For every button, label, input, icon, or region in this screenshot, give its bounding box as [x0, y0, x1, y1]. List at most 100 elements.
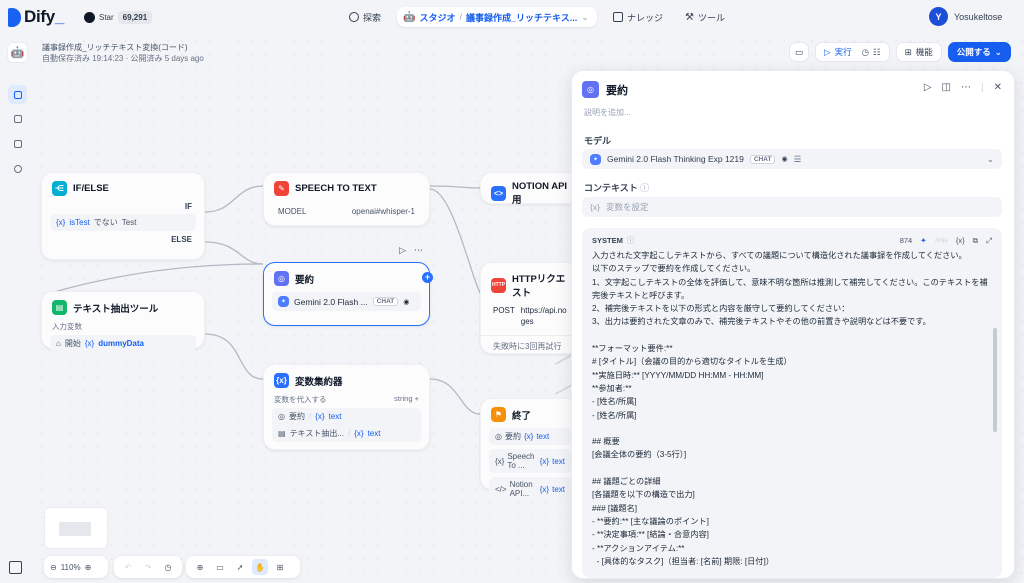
chevron-down-icon: ⌄ — [986, 153, 994, 164]
node-title: 終了 — [512, 410, 532, 422]
add-note-icon[interactable]: ▭ — [212, 559, 228, 575]
logs-icon[interactable] — [8, 134, 27, 153]
panel-actions: ▷ ◫ ⋯ | ✕ — [923, 82, 1002, 93]
run-label: 実行 — [834, 47, 852, 57]
jinja-toggle[interactable]: Jinja — [935, 237, 948, 244]
zoom-control[interactable]: ⊖ 110% ⊕ — [44, 556, 108, 578]
settings-sliders-icon[interactable]: ☰ — [794, 154, 802, 165]
expand-icon[interactable]: ⤢ — [986, 236, 992, 246]
nav-knowledge[interactable]: ナレッジ — [607, 7, 669, 27]
run-button[interactable]: ▷ 実行 ◷ ☷ — [815, 42, 890, 62]
more-icon[interactable]: ⋯ — [961, 82, 971, 93]
node-ifelse[interactable]: ⋲ IF/ELSE IF {x} isTest でない Test ELSE — [41, 172, 205, 260]
node-http-request[interactable]: HTTP HTTPリクエスト POST https://api.no ges 失敗時… — [480, 262, 580, 354]
more-icon[interactable]: ⋯ — [414, 245, 423, 256]
nav-tools-label: ツール — [697, 12, 725, 23]
nav-explore[interactable]: 探索 — [343, 7, 387, 27]
zoom-in-icon[interactable]: ⊕ — [85, 563, 92, 572]
ai-generate-icon[interactable]: ✦ — [920, 236, 926, 245]
info-icon: ⓘ — [626, 236, 635, 245]
description-input[interactable]: 説明を追加... — [584, 107, 631, 118]
add-icon[interactable]: + — [415, 394, 419, 403]
features-button[interactable]: ⊞ 機能 — [895, 42, 942, 62]
if-label: IF — [184, 202, 192, 211]
hand-icon[interactable]: ✋ — [252, 559, 268, 575]
code-icon: <> — [491, 186, 506, 201]
zoom-out-icon[interactable]: ⊖ — [50, 563, 57, 572]
token-count: 874 — [899, 236, 913, 245]
nav-knowledge-label: ナレッジ — [627, 12, 664, 23]
var-source: 開始 — [64, 339, 81, 348]
history-icon[interactable]: ◷ — [160, 559, 176, 575]
http-row: POST https://api.no ges — [481, 305, 579, 327]
user-name: Yosukeltose — [954, 11, 1003, 22]
copy-icon[interactable]: ⧉ — [973, 236, 978, 246]
retry-text: 失敗時に3回再試行 — [481, 335, 579, 357]
top-bar: Dify_ Star 69,291 探索 🤖 スタジオ / 議事録作成_リッチテ… — [0, 0, 1024, 34]
run-node-icon[interactable]: ▷ — [924, 82, 932, 93]
panel-title[interactable]: 要約 — [606, 82, 628, 98]
agg-row-2: ▤ テキスト抽出... / {x} text — [272, 425, 421, 442]
dify-logo[interactable]: Dify_ — [8, 7, 64, 27]
nav-studio[interactable]: 🤖 スタジオ / 議事録作成_リッチテキス... ⌄ — [397, 7, 597, 27]
github-star-badge[interactable]: Star 69,291 — [84, 9, 153, 25]
end-icon: ⚑ — [491, 407, 506, 422]
close-icon[interactable]: ✕ — [994, 82, 1002, 93]
help-doc-icon[interactable]: ◫ — [942, 82, 951, 93]
redo-icon[interactable]: ↷ — [140, 559, 156, 575]
add-node-icon[interactable]: ⊕ — [192, 559, 208, 575]
var-icon: {x} — [84, 339, 95, 348]
minimap[interactable] — [44, 507, 108, 549]
zoom-level: 110% — [60, 562, 81, 572]
cond-val: Test — [121, 218, 137, 227]
monitor-icon[interactable] — [8, 159, 27, 178]
env-icon[interactable]: ▭ — [789, 42, 810, 62]
row-source: 要約 — [504, 432, 521, 441]
node-summary[interactable]: ◎ 要約 ✦ Gemini 2.0 Flash ... CHAT ◉ + — [263, 262, 433, 326]
model-section-label: モデル — [584, 136, 612, 146]
features-icon: ⊞ — [904, 46, 912, 57]
insert-var-icon[interactable]: {x} — [956, 236, 965, 245]
row-var: text — [552, 484, 565, 494]
system-prompt-editor[interactable]: SYSTEM ⓘ 874 ✦ Jinja {x} ⧉ ⤢ 入力された文字起こしテ… — [582, 228, 1002, 578]
user-menu[interactable]: Y Yosukeltose — [929, 7, 1002, 26]
end-row-3: </> Notion API... {x} text — [489, 477, 571, 501]
add-next-node-icon[interactable]: + — [422, 272, 433, 283]
context-var-selector[interactable]: {x} 変数を設定 — [582, 197, 1002, 217]
row-var: text — [536, 432, 550, 441]
studio-app-name[interactable]: 議事録作成_リッチテキス... — [466, 11, 577, 24]
model-selector[interactable]: ✦ Gemini 2.0 Flash Thinking Exp 1219 CHA… — [582, 149, 1002, 169]
prompt-text[interactable]: 入力された文字起こしテキストから、すべての議題について構造化された議事録を作成し… — [592, 249, 988, 568]
model-tag: CHAT — [749, 154, 776, 164]
context-placeholder: 変数を設定 — [605, 202, 649, 212]
pointer-icon[interactable]: ➚ — [232, 559, 248, 575]
model-tag: CHAT — [372, 297, 399, 306]
orchestrate-icon[interactable] — [8, 85, 27, 104]
node-text-extract[interactable]: ▤ テキスト抽出ツール 入力変数 ⌂ 開始 {x} dummyData — [41, 291, 205, 352]
publish-button[interactable]: 公開する ⌄ — [947, 42, 1011, 62]
node-variable-aggregator[interactable]: {x} 変数集約器 変数を代入する string + ◎ 要約 / {x} text ▤ テキ… — [263, 364, 430, 450]
nav-separator: / — [459, 12, 462, 22]
node-config-panel: ◎ 要約 ▷ ◫ ⋯ | ✕ 説明を追加... モデル ✦ Gemini 2.0 Fla… — [571, 70, 1015, 579]
run-node-icon[interactable]: ▷ — [399, 245, 406, 256]
studio-icon: 🤖 — [403, 11, 416, 23]
history-icon[interactable]: ◷ — [862, 47, 869, 58]
node-notion-api[interactable]: <> NOTION API用 — [480, 172, 580, 206]
play-icon: ▷ — [824, 46, 831, 57]
nav-tools[interactable]: ⚒ ツール — [679, 7, 731, 27]
end-row-2: {x} Speech To ... {x} text — [489, 449, 571, 473]
node-end[interactable]: ⚑ 終了 ◎ 要約 {x} text {x} Speech To ... {x} text <… — [480, 398, 580, 501]
api-icon[interactable] — [8, 109, 27, 128]
context-section: コンテキスト ⓘ — [584, 181, 649, 194]
var-icon: {x} — [56, 218, 66, 227]
undo-icon[interactable]: ↶ — [120, 559, 136, 575]
app-icon[interactable]: 🤖 — [7, 42, 28, 63]
node-speech-to-text[interactable]: ✎ SPEECH TO TEXT MODEL openai#whisper-1 — [263, 172, 430, 226]
var-name: dummyData — [98, 339, 144, 348]
var-type: string — [394, 394, 413, 403]
checklist-icon[interactable]: ☷ — [873, 47, 881, 58]
organize-icon[interactable]: ⊞ — [272, 559, 288, 575]
collapse-sidebar-icon[interactable] — [9, 561, 22, 574]
cond-op: でない — [93, 218, 118, 227]
scrollbar[interactable] — [993, 328, 997, 432]
